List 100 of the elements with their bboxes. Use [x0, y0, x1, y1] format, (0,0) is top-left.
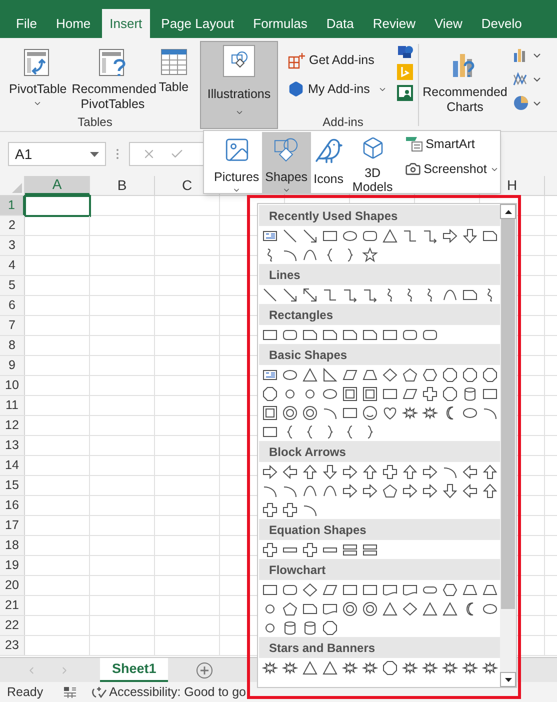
- ribbon-tab[interactable]: Develo: [473, 9, 530, 38]
- diamond-icon[interactable]: [402, 600, 418, 616]
- row-header[interactable]: 9: [0, 356, 25, 375]
- star-icon[interactable]: [362, 246, 378, 262]
- burst-icon[interactable]: [362, 660, 378, 676]
- diamond-icon[interactable]: [302, 582, 318, 598]
- recommended-charts-button[interactable]: Recommended Charts: [419, 41, 511, 131]
- elbow-arrow-icon[interactable]: [342, 286, 358, 302]
- diamond-icon[interactable]: [382, 366, 398, 382]
- row-header[interactable]: 3: [0, 236, 25, 255]
- row-header[interactable]: 8: [0, 336, 25, 355]
- ribbon-tab[interactable]: Home: [48, 9, 99, 38]
- right-arrow-icon[interactable]: [442, 228, 458, 244]
- up-arrow-icon[interactable]: [402, 464, 418, 480]
- left-arrow-icon[interactable]: [282, 464, 298, 480]
- elbow-arrow-icon[interactable]: [362, 286, 378, 302]
- cross-icon[interactable]: [262, 542, 278, 558]
- right-arrow-icon[interactable]: [342, 482, 358, 498]
- right-arrow-icon[interactable]: [402, 482, 418, 498]
- up-arrow-icon[interactable]: [362, 464, 378, 480]
- ribbon-tab[interactable]: View: [426, 9, 470, 38]
- row-header[interactable]: 20: [0, 576, 25, 595]
- my-add-ins-button[interactable]: My Add-ins: [288, 80, 387, 98]
- elbow-line-icon[interactable]: [402, 228, 418, 244]
- column-header[interactable]: A: [25, 176, 90, 195]
- right-arrow-icon[interactable]: [342, 464, 358, 480]
- ribbon-tab[interactable]: Page Layout: [153, 9, 242, 38]
- pivot-table-button[interactable]: PivotTable: [8, 41, 68, 108]
- cross-icon[interactable]: [282, 502, 298, 518]
- octagon-icon[interactable]: [462, 366, 478, 382]
- row-header[interactable]: 12: [0, 416, 25, 435]
- active-cell[interactable]: [24, 195, 91, 217]
- get-add-ins-button[interactable]: Get Add-ins: [288, 51, 387, 70]
- row-header[interactable]: 13: [0, 436, 25, 455]
- hexagon-icon[interactable]: [442, 582, 458, 598]
- sheet-tab[interactable]: Sheet1: [100, 658, 168, 682]
- burst-icon[interactable]: [282, 660, 298, 676]
- column-header[interactable]: B: [90, 176, 155, 195]
- scroll-up-icon[interactable]: [504, 210, 512, 214]
- burst-icon[interactable]: [402, 404, 418, 420]
- ribbon-tab[interactable]: File: [8, 9, 45, 38]
- up-arrow-icon[interactable]: [302, 464, 318, 480]
- row-header[interactable]: 11: [0, 396, 25, 415]
- arrow-line-icon[interactable]: [302, 228, 318, 244]
- donut-icon[interactable]: [302, 404, 318, 420]
- accessibility-status[interactable]: Accessibility: Good to go: [109, 682, 246, 702]
- pivot-table-button[interactable]: Recommended PivotTables: [70, 41, 155, 112]
- right-arrow-icon[interactable]: [262, 464, 278, 480]
- scrollbar-thumb[interactable]: [501, 219, 515, 609]
- burst-icon[interactable]: [422, 660, 438, 676]
- arrow-line-icon[interactable]: [282, 286, 298, 302]
- left-arrow-icon[interactable]: [462, 464, 478, 480]
- add-sheet-icon[interactable]: [196, 662, 214, 678]
- pentagon-icon[interactable]: [382, 482, 398, 498]
- row-header[interactable]: 5: [0, 276, 25, 295]
- octagon-icon[interactable]: [482, 366, 498, 382]
- diagram-icon[interactable]: [396, 43, 413, 59]
- row-header[interactable]: 6: [0, 296, 25, 315]
- burst-icon[interactable]: [442, 660, 458, 676]
- menu-item[interactable]: 3D Models: [346, 132, 399, 194]
- row-header[interactable]: 23: [0, 636, 25, 655]
- person-board-icon[interactable]: [396, 85, 413, 101]
- right-arrow-icon[interactable]: [422, 464, 438, 480]
- row-header[interactable]: 17: [0, 516, 25, 535]
- table-button[interactable]: Table: [158, 41, 190, 95]
- frame-icon[interactable]: [262, 404, 278, 420]
- cross-icon[interactable]: [382, 464, 398, 480]
- octagon-icon[interactable]: [262, 386, 278, 402]
- accessibility-check-icon[interactable]: [91, 685, 108, 699]
- heart-icon[interactable]: [382, 404, 398, 420]
- cross-icon[interactable]: [262, 502, 278, 518]
- triangle-icon[interactable]: [382, 600, 398, 616]
- triangle-icon[interactable]: [322, 660, 338, 676]
- line-icon[interactable]: [262, 286, 278, 302]
- row-header[interactable]: 19: [0, 556, 25, 575]
- name-box[interactable]: A1: [8, 142, 106, 166]
- menu-item[interactable]: Shapes: [262, 132, 311, 194]
- pie-chart-icon[interactable]: [513, 95, 543, 111]
- smartart-button[interactable]: SmartArt: [404, 135, 499, 154]
- screenshot-button[interactable]: Screenshot: [404, 160, 499, 178]
- double-arrow-line-icon[interactable]: [302, 286, 318, 302]
- row-header[interactable]: 4: [0, 256, 25, 275]
- can-icon[interactable]: [302, 620, 318, 636]
- right-arrow-icon[interactable]: [422, 482, 438, 498]
- column-chart-icon[interactable]: [513, 47, 543, 63]
- menu-item[interactable]: Icons: [310, 132, 347, 194]
- row-header[interactable]: 21: [0, 596, 25, 615]
- octagon-icon[interactable]: [382, 660, 398, 676]
- burst-icon[interactable]: [342, 660, 358, 676]
- donut-icon[interactable]: [362, 600, 378, 616]
- octagon-icon[interactable]: [322, 620, 338, 636]
- line-icon[interactable]: [282, 228, 298, 244]
- pentagon-icon[interactable]: [282, 600, 298, 616]
- line-chart-icon[interactable]: [513, 71, 543, 87]
- cross-icon[interactable]: [302, 542, 318, 558]
- equal-icon[interactable]: [362, 542, 378, 558]
- burst-icon[interactable]: [482, 660, 498, 676]
- ribbon-tab[interactable]: Data: [318, 9, 362, 38]
- row-header[interactable]: 10: [0, 376, 25, 395]
- row-header[interactable]: 2: [0, 216, 25, 235]
